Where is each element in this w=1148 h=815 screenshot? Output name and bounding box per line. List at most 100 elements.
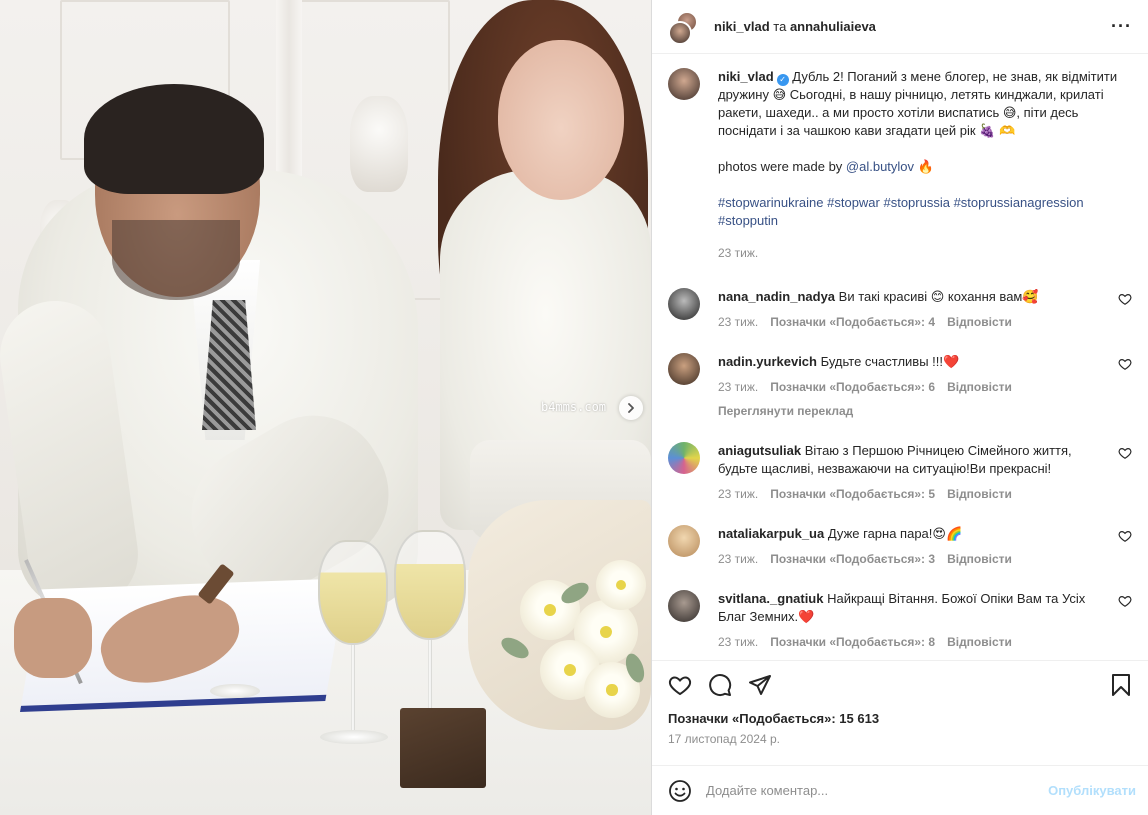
caption-paragraph: niki_vlad ✓ Дубль 2! Поганий з мене блоге… xyxy=(718,68,1118,140)
avatar[interactable] xyxy=(668,442,700,474)
heart-icon[interactable] xyxy=(668,673,692,697)
comment-time[interactable]: 23 тиж. xyxy=(718,550,758,568)
next-photo-button[interactable] xyxy=(619,396,643,420)
glass-base xyxy=(210,684,260,698)
glass-stem xyxy=(351,645,355,737)
comment-time[interactable]: 23 тиж. xyxy=(718,633,758,651)
comment: svitlana._gnatiuk Найкращі Вітання. Божо… xyxy=(668,590,1132,651)
post-side-panel: niki_vlad та annahuliaieva ··· niki_vlad… xyxy=(651,0,1148,815)
comments-list: nana_nadin_nadya Ви такі красиві 😊 кохан… xyxy=(668,288,1132,651)
comment-text: Ви такі красиві 😊 кохання вам🥰 xyxy=(838,289,1039,304)
reply-button[interactable]: Відповісти xyxy=(947,485,1012,503)
comment-meta: 23 тиж. Позначки «Подобається»: 5 Відпов… xyxy=(718,485,1108,503)
heart-icon[interactable] xyxy=(1118,529,1132,543)
heart-icon[interactable] xyxy=(1118,594,1132,608)
comment-username[interactable]: aniagutsuliak xyxy=(718,443,801,458)
action-icons xyxy=(668,673,1132,697)
caption-credit: photos were made by @al.butylov 🔥 xyxy=(718,158,1118,176)
post-date[interactable]: 17 листопад 2024 р. xyxy=(668,732,1132,746)
coauthor-username[interactable]: annahuliaieva xyxy=(790,19,876,34)
comment-input[interactable] xyxy=(706,783,1049,798)
instagram-post-modal: b4mms.com niki_vlad та annahuliaieva ··· xyxy=(0,0,1148,815)
comment-text: Дуже гарна пара!😍🌈 xyxy=(827,526,963,541)
collab-avatars[interactable] xyxy=(668,10,700,45)
comment-time[interactable]: 23 тиж. xyxy=(718,313,758,331)
photographer-mention-link[interactable]: @al.butylov xyxy=(846,159,914,174)
likes-count[interactable]: Позначки «Подобається»: 15 613 xyxy=(668,711,1132,726)
caption-username[interactable]: niki_vlad xyxy=(718,69,774,84)
reply-button[interactable]: Відповісти xyxy=(947,633,1012,651)
add-comment-bar: Опублікувати xyxy=(652,765,1148,815)
champagne-glass xyxy=(394,530,466,640)
avatar[interactable] xyxy=(668,353,700,385)
heart-icon[interactable] xyxy=(1118,357,1132,371)
heart-icon[interactable] xyxy=(1118,446,1132,460)
avatar[interactable] xyxy=(668,525,700,557)
bookmark-icon[interactable] xyxy=(1110,673,1132,697)
caption: niki_vlad ✓ Дубль 2! Поганий з мене блоге… xyxy=(668,68,1132,262)
comment: nataliakarpuk_ua Дуже гарна пара!😍🌈 23 т… xyxy=(668,525,1132,568)
ring-box xyxy=(400,708,486,788)
heart-icon[interactable] xyxy=(1118,292,1132,306)
comment-username[interactable]: svitlana._gnatiuk xyxy=(718,591,823,606)
emoji-icon[interactable] xyxy=(668,779,692,803)
man-hair xyxy=(84,84,264,194)
wall-ornament xyxy=(350,96,408,192)
fire-emoji: 🔥 xyxy=(917,159,934,174)
post-authors: niki_vlad та annahuliaieva xyxy=(714,19,876,34)
comment-time[interactable]: 23 тиж. xyxy=(718,378,758,396)
comment-time[interactable]: 23 тиж. xyxy=(718,485,758,503)
post-photo: b4mms.com xyxy=(0,0,651,815)
comment-meta: 23 тиж. Позначки «Подобається»: 8 Відпов… xyxy=(718,633,1108,651)
comment-meta: 23 тиж. Позначки «Подобається»: 6 Відпов… xyxy=(718,378,1108,396)
comment-likes[interactable]: Позначки «Подобається»: 3 xyxy=(770,550,935,568)
verified-badge-icon: ✓ xyxy=(776,74,789,86)
reply-button[interactable]: Відповісти xyxy=(947,378,1012,396)
share-icon[interactable] xyxy=(748,673,772,697)
comment-body: svitlana._gnatiuk Найкращі Вітання. Божо… xyxy=(718,590,1108,651)
more-options-icon[interactable]: ··· xyxy=(1111,16,1132,37)
post-actions: Позначки «Подобається»: 15 613 17 листоп… xyxy=(652,660,1148,765)
comment-likes[interactable]: Позначки «Подобається»: 6 xyxy=(770,378,935,396)
author-username[interactable]: niki_vlad xyxy=(714,19,770,34)
caption-time[interactable]: 23 тиж. xyxy=(718,244,1118,262)
credit-text: photos were made by xyxy=(718,159,843,174)
comment-likes[interactable]: Позначки «Подобається»: 5 xyxy=(770,485,935,503)
comment-username[interactable]: nataliakarpuk_ua xyxy=(718,526,824,541)
woman-face xyxy=(498,40,624,200)
comment-body: nataliakarpuk_ua Дуже гарна пара!😍🌈 23 т… xyxy=(718,525,1108,568)
chevron-right-icon xyxy=(628,403,634,413)
avatar[interactable] xyxy=(668,288,700,320)
man-hand xyxy=(14,598,92,678)
flower xyxy=(596,560,646,610)
comment-likes[interactable]: Позначки «Подобається»: 8 xyxy=(770,633,935,651)
see-translation-link[interactable]: Переглянути переклад xyxy=(718,402,1108,420)
reply-button[interactable]: Відповісти xyxy=(947,313,1012,331)
comment-icon[interactable] xyxy=(708,673,732,697)
comment-meta: 23 тиж. Позначки «Подобається»: 4 Відпов… xyxy=(718,313,1108,331)
man-beard xyxy=(112,220,240,300)
comment-text: Будьте счастливы !!!❤️ xyxy=(820,354,960,369)
avatar[interactable] xyxy=(668,590,700,622)
comment-body: nana_nadin_nadya Ви такі красиві 😊 кохан… xyxy=(718,288,1108,331)
comment: nadin.yurkevich Будьте счастливы !!!❤️ 2… xyxy=(668,353,1132,420)
comment: nana_nadin_nadya Ви такі красиві 😊 кохан… xyxy=(668,288,1132,331)
glass-base xyxy=(320,730,388,744)
reply-button[interactable]: Відповісти xyxy=(947,550,1012,568)
comment-body: nadin.yurkevich Будьте счастливы !!!❤️ 2… xyxy=(718,353,1108,420)
caption-body: niki_vlad ✓ Дубль 2! Поганий з мене блоге… xyxy=(718,68,1118,262)
comment-meta: 23 тиж. Позначки «Подобається»: 3 Відпов… xyxy=(718,550,1108,568)
comment: aniagutsuliak Вітаю з Першою Річницею Сі… xyxy=(668,442,1132,503)
watermark: b4mms.com xyxy=(541,400,607,414)
post-comment-button[interactable]: Опублікувати xyxy=(1048,783,1136,798)
comment-likes[interactable]: Позначки «Подобається»: 4 xyxy=(770,313,935,331)
avatar[interactable] xyxy=(668,68,700,100)
post-header: niki_vlad та annahuliaieva ··· xyxy=(652,0,1148,54)
avatar xyxy=(668,20,692,45)
hashtags[interactable]: #stopwarinukraine #stopwar #stoprussia #… xyxy=(718,194,1118,230)
comment-username[interactable]: nana_nadin_nadya xyxy=(718,289,835,304)
champagne-glass xyxy=(318,540,388,645)
comment-username[interactable]: nadin.yurkevich xyxy=(718,354,817,369)
comments-scroll[interactable]: niki_vlad ✓ Дубль 2! Поганий з мене блоге… xyxy=(652,54,1148,660)
authors-conjunction: та xyxy=(773,19,787,34)
